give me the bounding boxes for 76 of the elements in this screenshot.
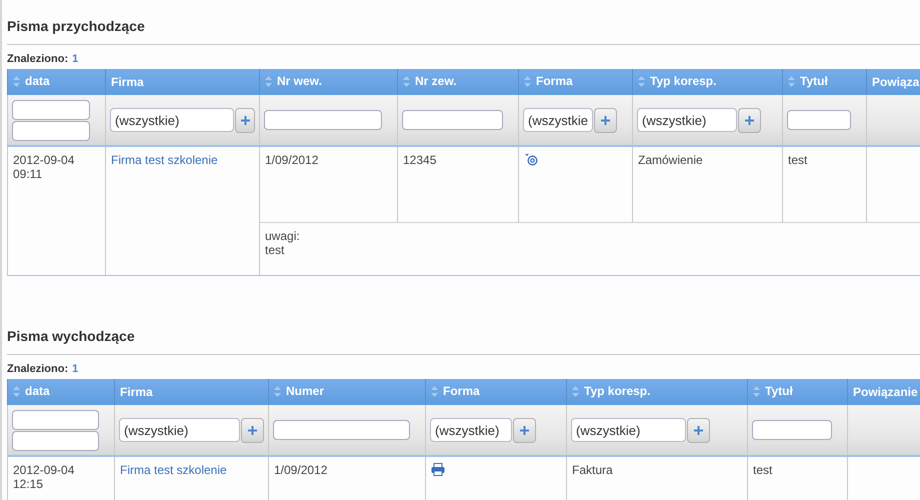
filter-field[interactable]	[752, 420, 832, 440]
found-label: Znaleziono:	[7, 363, 68, 375]
column-header[interactable]: Numer	[268, 379, 426, 405]
sort-icon[interactable]	[13, 76, 20, 87]
column-header[interactable]: Forma	[426, 379, 566, 405]
cell-text: 1/09/2012	[265, 153, 318, 167]
column-header: Powiąza	[866, 69, 920, 95]
remark-label: uwagi:	[265, 229, 301, 243]
plus-icon	[248, 426, 257, 434]
add-button[interactable]	[235, 108, 255, 132]
date-from-field[interactable]	[12, 410, 99, 430]
company-link[interactable]: Firma test szkolenie	[120, 463, 227, 477]
cell-text: test	[753, 463, 772, 477]
add-button[interactable]	[241, 418, 264, 442]
column-header[interactable]: Tytuł	[748, 379, 848, 405]
filter-dropdown[interactable]: (wszystkie)	[571, 418, 686, 442]
date-text: 2012-09-04	[13, 463, 76, 477]
found-count: 1	[72, 363, 78, 375]
cell-text: 1/09/2012	[274, 463, 328, 477]
plus-icon	[745, 116, 754, 124]
column-header: Firma	[106, 69, 260, 95]
column-header[interactable]: data	[8, 69, 106, 95]
filter-field[interactable]	[402, 110, 503, 130]
filter-dropdown[interactable]: (wszystkie)	[119, 418, 240, 442]
sort-icon[interactable]	[13, 386, 20, 397]
section-title: Pisma przychodzące	[7, 17, 146, 36]
column-header[interactable]: Nr zew.	[398, 69, 518, 95]
sort-icon[interactable]	[788, 76, 795, 87]
sort-icon[interactable]	[753, 386, 760, 397]
filter-dropdown[interactable]: (wszystkie)	[637, 108, 737, 132]
sort-icon[interactable]	[431, 386, 438, 397]
cell-text: test	[788, 153, 808, 167]
time-text: 12:15	[13, 477, 44, 491]
cell-text: 12345	[403, 153, 436, 167]
column-header: Powiązanie	[848, 379, 920, 405]
column-header[interactable]: Typ koresp.	[632, 69, 782, 95]
sort-icon[interactable]	[403, 76, 410, 87]
plus-icon	[600, 116, 610, 124]
column-header[interactable]: Nr wew.	[260, 69, 398, 95]
plus-icon	[520, 426, 529, 434]
filter-dropdown[interactable]: (wszystkie)	[110, 108, 234, 132]
section-title: Pisma wychodzące	[7, 327, 136, 346]
found-label: Znaleziono:	[7, 53, 68, 65]
filter-field[interactable]	[264, 110, 382, 130]
cell-text: Faktura	[572, 463, 613, 477]
add-button[interactable]	[738, 108, 761, 132]
add-button[interactable]	[594, 108, 617, 132]
time-text: 09:11	[13, 167, 44, 181]
column-header[interactable]: Typ koresp.	[566, 379, 748, 405]
filter-field[interactable]	[787, 110, 851, 130]
date-to-field[interactable]	[12, 430, 99, 450]
printer-icon	[431, 463, 445, 476]
column-header[interactable]: data	[8, 379, 114, 405]
add-button[interactable]	[513, 418, 536, 442]
column-header[interactable]: Forma	[518, 69, 632, 95]
sort-icon[interactable]	[274, 386, 281, 397]
plus-icon	[240, 116, 250, 124]
found-count: 1	[72, 53, 78, 65]
sort-icon[interactable]	[638, 76, 645, 87]
add-button[interactable]	[687, 418, 710, 442]
plus-icon	[694, 426, 703, 434]
remark-text: test	[265, 243, 286, 257]
sort-icon[interactable]	[524, 76, 531, 87]
cell-text: Zamówienie	[638, 153, 703, 167]
column-header[interactable]: Tytuł	[782, 69, 866, 95]
date-from-field[interactable]	[12, 100, 90, 120]
email-icon	[524, 153, 538, 166]
filter-field[interactable]	[273, 420, 410, 440]
sort-icon[interactable]	[265, 76, 272, 87]
company-link[interactable]: Firma test szkolenie	[111, 153, 218, 167]
filter-dropdown[interactable]: (wszystkie	[523, 108, 593, 132]
date-text: 2012-09-04	[13, 153, 76, 167]
date-to-field[interactable]	[12, 120, 90, 140]
sort-icon[interactable]	[572, 386, 579, 397]
column-header: Firma	[114, 379, 268, 405]
filter-dropdown[interactable]: (wszystkie)	[430, 418, 512, 442]
